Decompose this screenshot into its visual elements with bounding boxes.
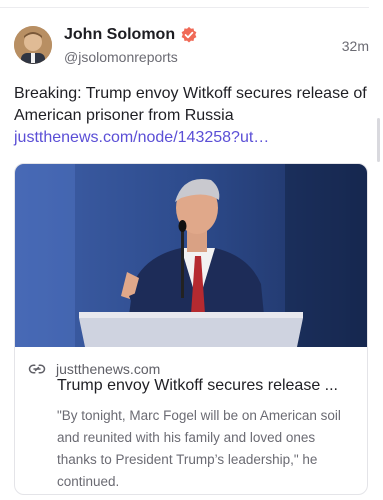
avatar[interactable]: [14, 26, 52, 64]
scrollbar-thumb[interactable]: [377, 118, 380, 162]
verified-badge-icon: [181, 26, 197, 43]
card-image[interactable]: [15, 164, 367, 347]
post-link[interactable]: justthenews.com/node/143258?ut…: [14, 127, 369, 149]
author-handle[interactable]: @jsolomonreports: [64, 49, 198, 65]
link-icon: [28, 364, 46, 374]
author-name[interactable]: John Solomon: [64, 26, 175, 44]
post-header: John Solomon @jsolomonreports 32m: [14, 24, 369, 70]
post-timestamp[interactable]: 32m: [342, 38, 369, 54]
link-preview-card[interactable]: justthenews.com Trump envoy Witkoff secu…: [14, 163, 368, 495]
post-body: Breaking: Trump envoy Witkoff secures re…: [14, 83, 369, 149]
avatar-image: [14, 26, 52, 64]
domain-row: justthenews.com: [28, 360, 160, 378]
post-text: Breaking: Trump envoy Witkoff secures re…: [14, 85, 367, 124]
card-domain: justthenews.com: [56, 361, 161, 377]
card-title[interactable]: Trump envoy Witkoff secures release ...: [57, 377, 357, 395]
card-description: "By tonight, Marc Fogel will be on Ameri…: [57, 408, 341, 489]
top-divider: [0, 7, 369, 8]
author-info: John Solomon @jsolomonreports: [64, 26, 198, 65]
